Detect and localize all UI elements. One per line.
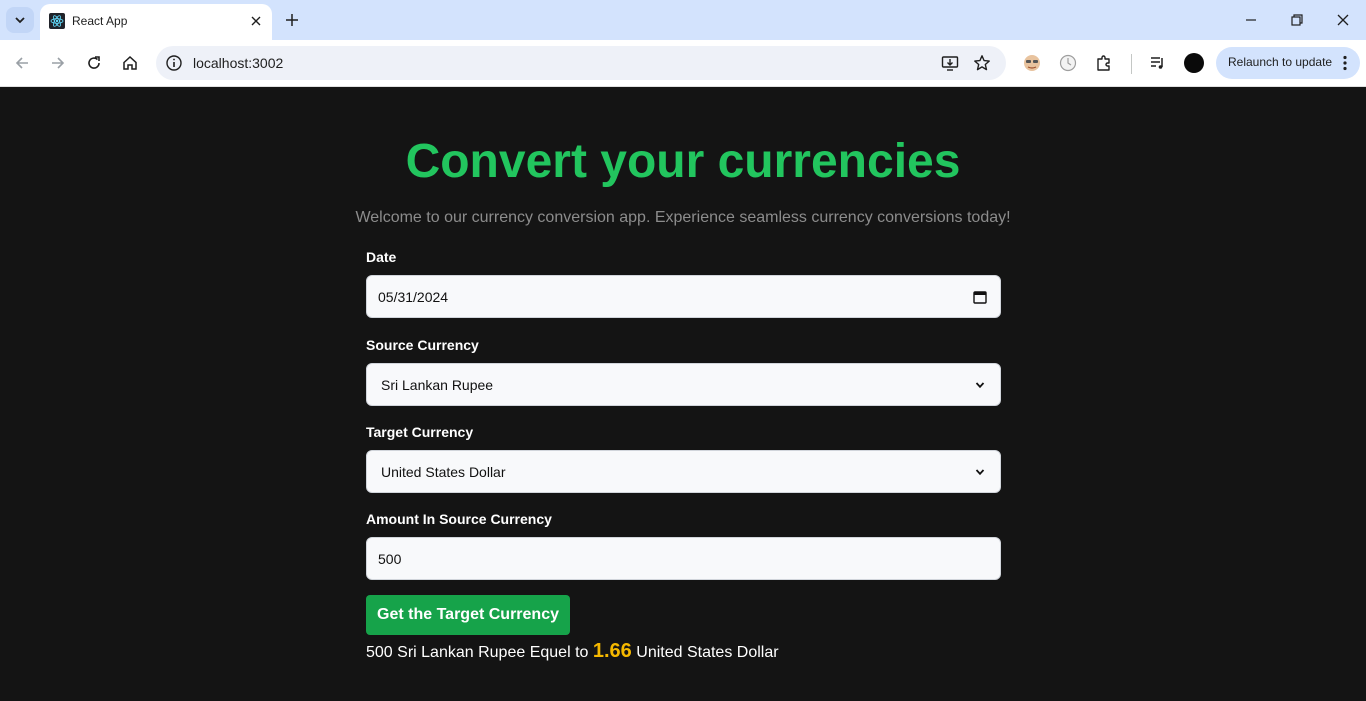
result-amount: 500 [366, 644, 393, 661]
page-subtitle: Welcome to our currency conversion app. … [355, 209, 1011, 226]
close-window-button[interactable] [1331, 8, 1355, 32]
extension-avatar-icon [1024, 55, 1040, 71]
extensions-button[interactable] [1093, 52, 1115, 74]
puzzle-icon [1097, 55, 1110, 71]
browser-toolbar: localhost:3002 Relaunch to update [0, 40, 1366, 87]
profile-avatar[interactable] [1184, 53, 1204, 73]
relaunch-label: Relaunch to update [1228, 55, 1333, 69]
amount-value: 500 [378, 551, 402, 567]
result-source-currency: Sri Lankan Rupee [397, 644, 526, 661]
relaunch-to-update-button[interactable]: Relaunch to update [1216, 47, 1360, 79]
browser-menu-button[interactable] [1338, 54, 1352, 72]
new-tab-button[interactable] [282, 10, 302, 30]
back-button[interactable] [10, 51, 34, 75]
restore-icon [1291, 14, 1303, 26]
back-arrow-icon [15, 57, 28, 69]
tab-title: React App [72, 14, 128, 28]
star-icon [974, 55, 990, 71]
close-icon [251, 16, 261, 26]
target-currency-value: United States Dollar [381, 464, 506, 480]
tab-strip: React App [0, 0, 1366, 40]
toolbar-separator [1131, 54, 1132, 74]
page-title: Convert your currencies [405, 135, 961, 188]
app-page: Convert your currencies Welcome to our c… [0, 87, 1366, 701]
date-label: Date [366, 249, 397, 265]
forward-button[interactable] [46, 51, 70, 75]
bookmark-button[interactable] [972, 53, 992, 73]
forward-arrow-icon [52, 57, 65, 69]
restore-button[interactable] [1285, 8, 1309, 32]
minimize-icon [1246, 19, 1256, 21]
date-input[interactable]: 05/31/2024 [366, 275, 1001, 318]
source-currency-select[interactable]: Sri Lankan Rupee [366, 363, 1001, 406]
install-app-button[interactable] [940, 53, 960, 73]
result-connector: Equel to [529, 644, 589, 661]
tab-close-button[interactable] [248, 13, 264, 29]
conversion-result: 500 Sri Lankan Rupee Equel to 1.66 Unite… [366, 640, 1066, 663]
chevron-down-icon [972, 377, 988, 393]
amount-label: Amount In Source Currency [366, 511, 552, 527]
plus-icon [286, 14, 298, 26]
target-currency-select[interactable]: United States Dollar [366, 450, 1001, 493]
reload-button[interactable] [82, 51, 106, 75]
address-bar[interactable]: localhost:3002 [156, 46, 1006, 80]
url-text[interactable]: localhost:3002 [193, 55, 283, 71]
calendar-icon [973, 291, 987, 304]
chevron-down-icon [972, 464, 988, 480]
amount-input[interactable]: 500 [366, 537, 1001, 580]
minimize-button[interactable] [1239, 8, 1263, 32]
media-controls-button[interactable] [1147, 52, 1169, 74]
result-target-currency: United States Dollar [636, 644, 779, 661]
react-icon [49, 13, 65, 29]
button-label: Get the Target Currency [377, 606, 559, 623]
source-currency-value: Sri Lankan Rupee [381, 377, 494, 393]
get-target-currency-button[interactable]: Get the Target Currency [366, 595, 570, 635]
date-value: 05/31/2024 [378, 289, 449, 305]
calendar-button[interactable] [972, 289, 988, 305]
close-icon [1337, 14, 1349, 26]
media-controls-icon [1151, 57, 1163, 69]
home-icon [123, 55, 137, 70]
kebab-menu-icon [1343, 55, 1347, 71]
extension-1-button[interactable] [1021, 52, 1043, 74]
install-app-icon [941, 56, 959, 71]
result-value: 1.66 [592, 640, 632, 662]
home-button[interactable] [118, 51, 142, 75]
source-currency-label: Source Currency [366, 337, 479, 353]
reload-icon [88, 56, 100, 69]
chevron-down-icon [15, 17, 25, 24]
info-icon[interactable] [165, 54, 183, 72]
extension-2-button[interactable] [1057, 52, 1079, 74]
extension-timer-icon [1059, 54, 1077, 72]
target-currency-label: Target Currency [366, 424, 474, 440]
tab-react-app[interactable]: React App [40, 4, 272, 40]
tab-search-button[interactable] [6, 7, 34, 33]
